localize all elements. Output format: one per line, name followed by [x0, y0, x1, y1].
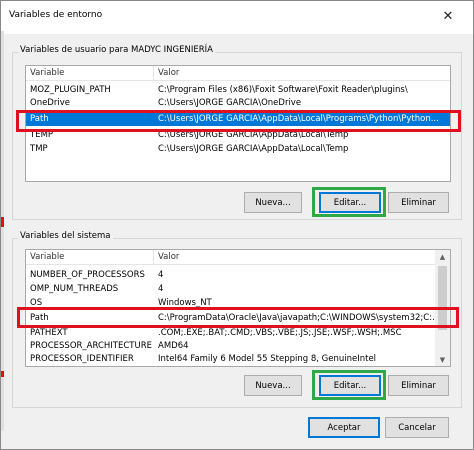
- vertical-scrollbar[interactable]: ▲ ▼: [435, 250, 450, 366]
- environment-variables-dialog: Variables de entorno ✕ Variables de usua…: [0, 0, 474, 450]
- variable-name: OS: [30, 298, 43, 308]
- system-edit-button[interactable]: Editar...: [319, 375, 381, 396]
- title-bar: Variables de entorno ✕: [1, 1, 473, 34]
- list-item[interactable]: PROCESSOR_ARCHITECTURE AMD64: [26, 340, 450, 353]
- cancel-button[interactable]: Cancelar: [385, 417, 449, 438]
- variable-name: PROCESSOR_ARCHITECTURE: [30, 341, 152, 351]
- edge-red-mark: [1, 371, 4, 377]
- variable-value: Intel64 Family 6 Model 55 Stepping 8, Ge…: [158, 354, 377, 364]
- list-header: Variable Valor: [26, 66, 450, 81]
- column-separator[interactable]: [153, 66, 154, 81]
- list-header: Variable Valor: [26, 250, 450, 265]
- variable-name: NUMBER_OF_PROCESSORS: [30, 270, 145, 280]
- variable-name: TMP: [30, 144, 48, 154]
- column-header-variable[interactable]: Variable: [30, 68, 64, 78]
- user-variables-label: Variables de usuario para MADYC INGENIER…: [18, 45, 215, 55]
- variable-value: AMD64: [158, 341, 189, 351]
- column-header-variable[interactable]: Variable: [30, 252, 64, 262]
- list-item[interactable]: NUMBER_OF_PROCESSORS 4: [26, 269, 450, 282]
- list-item[interactable]: OMP_NUM_THREADS 4: [26, 283, 450, 296]
- list-item-selected[interactable]: Path C:\Users\JORGE GARCIA\AppData\Local…: [26, 113, 450, 126]
- variable-value: C:\Users\JORGE GARCIA\OneDrive: [158, 98, 302, 108]
- column-header-value[interactable]: Valor: [158, 252, 179, 262]
- list-item[interactable]: OS Windows_NT: [26, 297, 450, 310]
- list-item[interactable]: TMP C:\Users\JORGE GARCIA\AppData\Local\…: [26, 143, 450, 156]
- variable-value: C:\Users\JORGE GARCIA\AppData\Local\Prog…: [158, 114, 438, 124]
- scroll-thumb[interactable]: [438, 266, 447, 330]
- close-icon[interactable]: ✕: [427, 1, 469, 31]
- list-item[interactable]: PROCESSOR_IDENTIFIER Intel64 Family 6 Mo…: [26, 353, 450, 366]
- system-new-button[interactable]: Nueva...: [244, 375, 302, 396]
- list-item[interactable]: TEMP C:\Users\JORGE GARCIA\AppData\Local…: [26, 129, 450, 142]
- variable-name: OMP_NUM_THREADS: [30, 284, 119, 294]
- list-item[interactable]: Path C:\ProgramData\Oracle\Java\javapath…: [26, 312, 450, 325]
- list-item[interactable]: OneDrive C:\Users\JORGE GARCIA\OneDrive: [26, 97, 450, 110]
- system-variables-label: Variables del sistema: [18, 231, 113, 241]
- edge-red-mark: [1, 217, 4, 227]
- list-item[interactable]: PATHEXT .COM;.EXE;.BAT;.CMD;.VBS;.VBE;.J…: [26, 327, 450, 340]
- system-delete-button[interactable]: Eliminar: [388, 375, 449, 396]
- variable-name: TEMP: [30, 130, 54, 140]
- variable-value: C:\ProgramData\Oracle\Java\javapath;C:\W…: [158, 313, 436, 323]
- variable-name: Path: [30, 114, 49, 124]
- variable-name: PATHEXT: [30, 328, 68, 338]
- window-title: Variables de entorno: [9, 10, 103, 20]
- variable-value: 4: [158, 284, 164, 294]
- scroll-down-icon[interactable]: ▼: [435, 353, 450, 366]
- system-variables-list[interactable]: Variable Valor NUMBER_OF_PROCESSORS 4 OM…: [25, 249, 451, 367]
- ok-button[interactable]: Aceptar: [308, 417, 380, 438]
- variable-value: Windows_NT: [158, 298, 212, 308]
- variable-value: C:\Users\JORGE GARCIA\AppData\Local\Temp: [158, 130, 349, 140]
- column-header-value[interactable]: Valor: [158, 68, 179, 78]
- variable-name: Path: [30, 313, 49, 323]
- user-variables-list[interactable]: Variable Valor MOZ_PLUGIN_PATH C:\Progra…: [25, 65, 451, 182]
- user-new-button[interactable]: Nueva...: [244, 192, 302, 213]
- user-edit-button[interactable]: Editar...: [319, 192, 381, 213]
- variable-value: C:\Users\JORGE GARCIA\AppData\Local\Temp: [158, 144, 349, 154]
- column-separator[interactable]: [153, 250, 154, 265]
- scroll-up-icon[interactable]: ▲: [435, 250, 450, 265]
- user-delete-button[interactable]: Eliminar: [388, 192, 449, 213]
- variable-value: C:\Program Files (x86)\Foxit Software\Fo…: [158, 85, 408, 95]
- variable-name: PROCESSOR_IDENTIFIER: [30, 354, 134, 364]
- list-item[interactable]: MOZ_PLUGIN_PATH C:\Program Files (x86)\F…: [26, 84, 450, 97]
- variable-name: OneDrive: [30, 98, 70, 108]
- variable-name: MOZ_PLUGIN_PATH: [30, 85, 111, 95]
- variable-value: .COM;.EXE;.BAT;.CMD;.VBS;.VBE;.JS;.JSE;.…: [158, 328, 402, 338]
- variable-value: 4: [158, 270, 164, 280]
